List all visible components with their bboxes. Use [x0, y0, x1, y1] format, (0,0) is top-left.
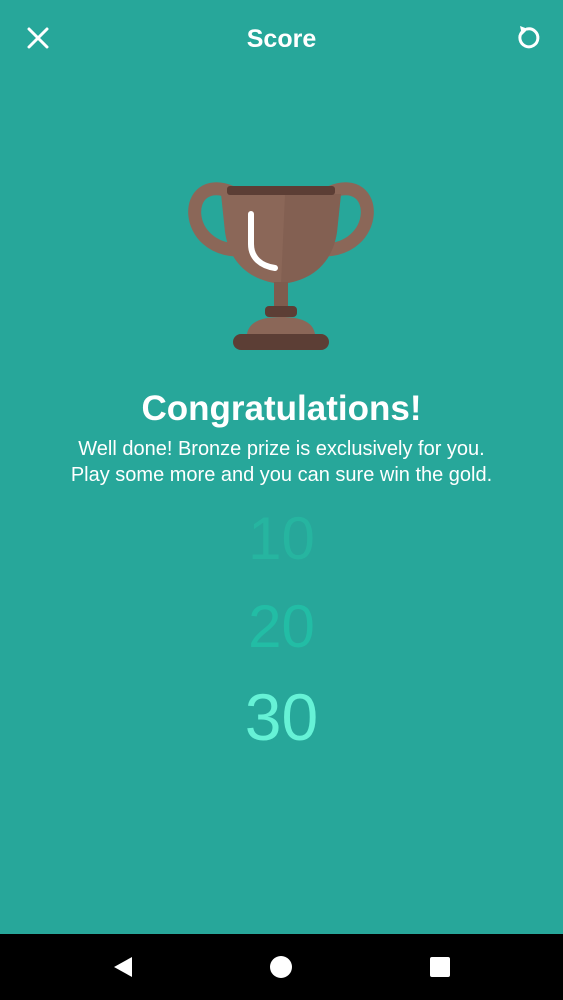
nav-back-button[interactable] — [108, 952, 138, 982]
nav-home-button[interactable] — [266, 952, 296, 982]
top-bar: Score — [0, 0, 563, 80]
refresh-icon — [518, 26, 540, 49]
refresh-button[interactable] — [511, 22, 543, 54]
message-line-1: Well done! Bronze prize is exclusively f… — [78, 438, 485, 460]
system-nav-bar — [0, 934, 563, 1000]
score-value-10: 10 — [248, 505, 315, 572]
page-title: Score — [246, 25, 317, 53]
recent-apps-square-icon — [430, 957, 450, 977]
score-value-30: 30 — [244, 680, 319, 754]
back-triangle-icon — [114, 957, 132, 977]
nav-recent-apps-button[interactable] — [425, 952, 455, 982]
congratulations-heading: Congratulations! — [141, 389, 422, 428]
score-value-20: 20 — [248, 593, 315, 660]
bronze-trophy-icon — [188, 182, 374, 350]
message-line-2: Play some more and you can sure win the … — [70, 464, 493, 486]
home-circle-icon — [270, 956, 292, 978]
